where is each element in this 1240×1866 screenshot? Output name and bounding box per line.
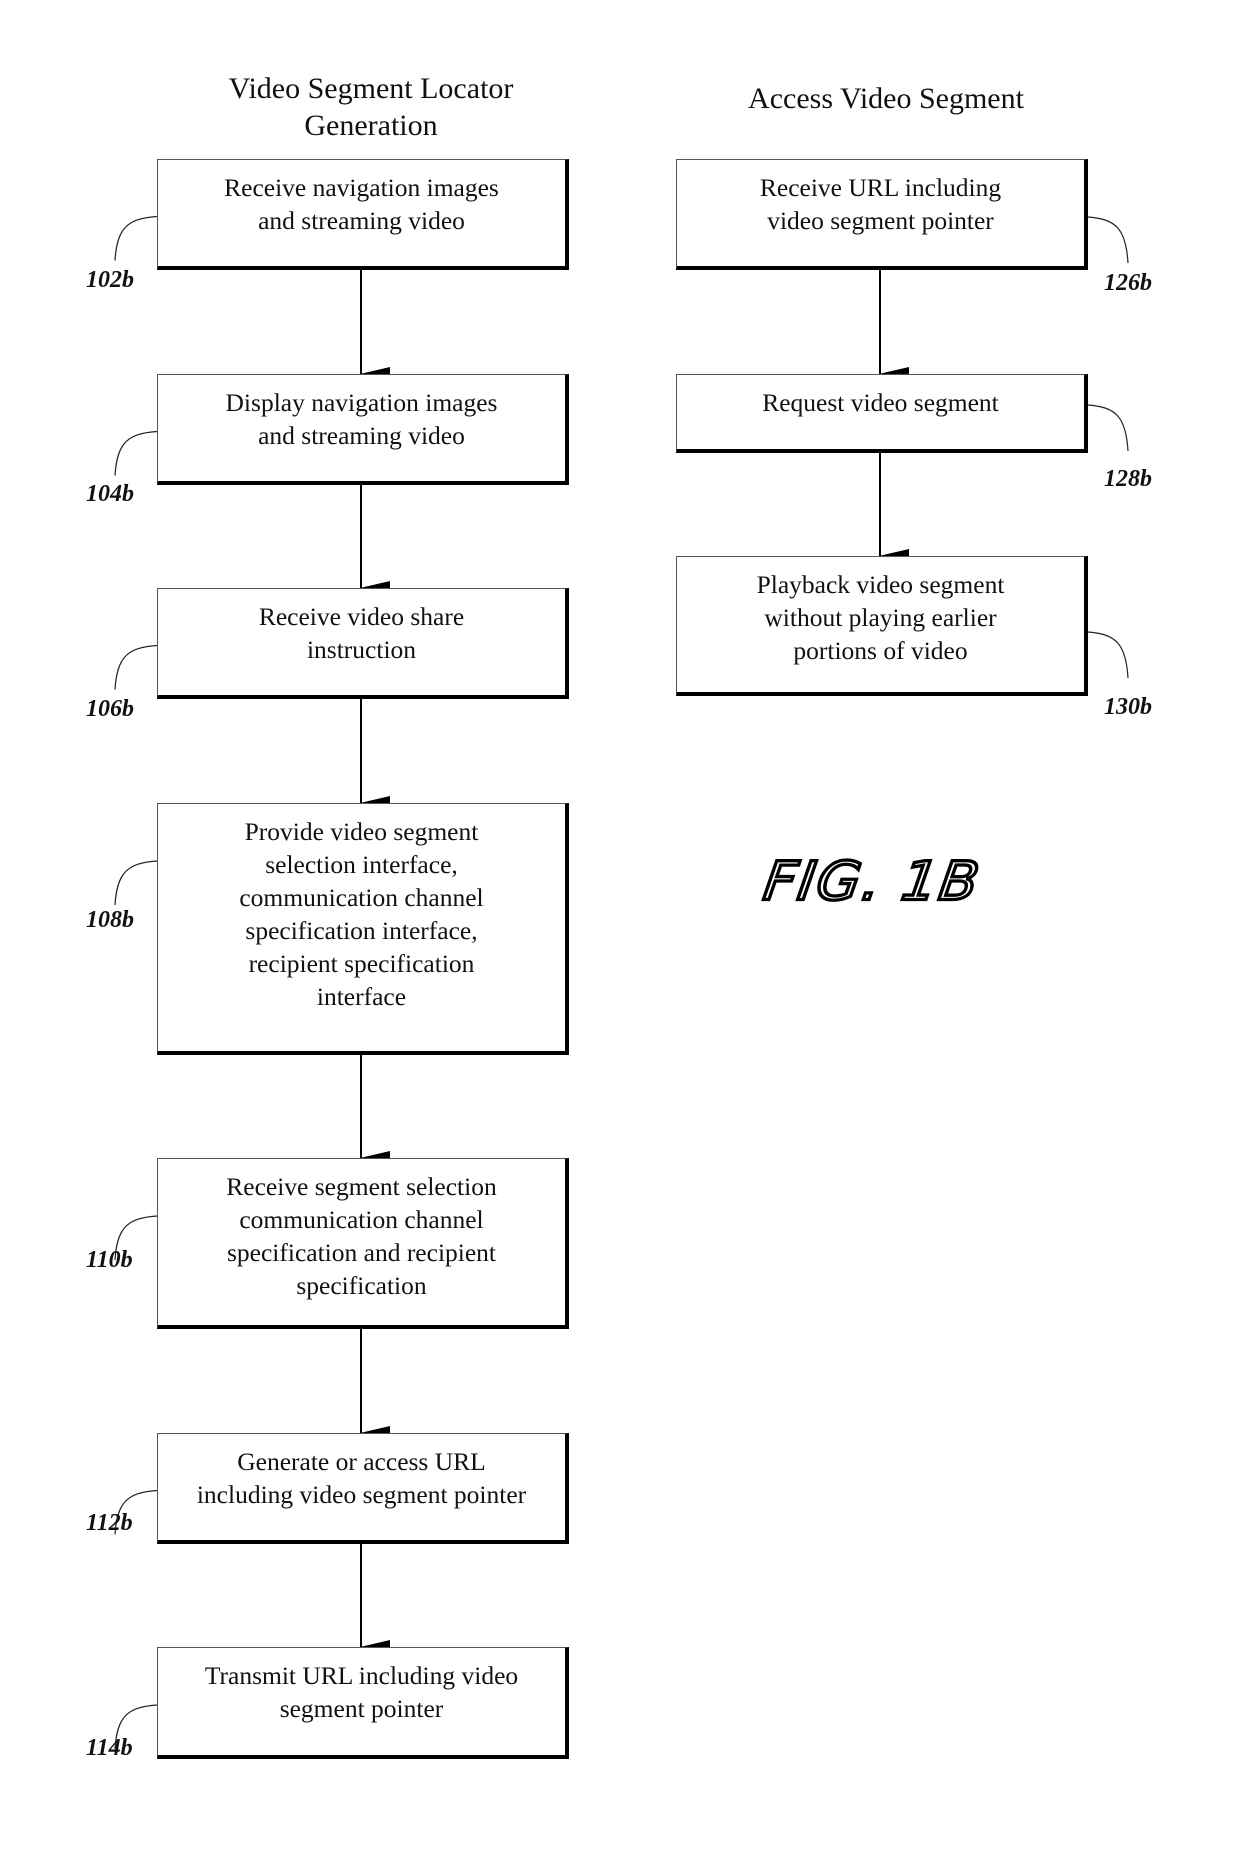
step-text: Generate or access URL including video s… [196,1447,527,1509]
step-text: Receive URL including video segment poin… [759,173,1002,235]
ref-label-102b: 102b [86,267,134,293]
step-text: Receive video share instruction [258,602,465,664]
step-text: Request video segment [762,388,999,417]
leader-line-126b [1087,216,1129,264]
step-box-playback-video-segment: Playback video segment without playing e… [676,556,1088,696]
ref-label-106b: 106b [86,696,134,722]
step-text: Provide video segment selection interfac… [239,817,484,1011]
column-title-access-video-segment: Access Video Segment [748,82,1024,115]
step-box-provide-video-segment-selection-interface: Provide video segment selection interfac… [157,803,569,1055]
leader-line-108b [114,860,158,906]
step-box-receive-segment-selection: Receive segment selection communication … [157,1158,569,1329]
leader-line-106b [114,644,158,690]
leader-line-102b [114,215,158,261]
figure-label: FIG. 1B [758,850,986,915]
ref-label-128b: 128b [1104,466,1152,492]
step-box-display-navigation-images: Display navigation images and streaming … [157,374,569,485]
leader-line-104b [114,430,158,476]
step-text: Display navigation images and streaming … [225,388,498,450]
ref-label-104b: 104b [86,481,134,507]
step-text: Receive segment selection communication … [226,1172,497,1300]
step-box-receive-navigation-images: Receive navigation images and streaming … [157,159,569,270]
ref-label-110b: 110b [86,1247,133,1273]
step-box-receive-video-share-instruction: Receive video share instruction [157,588,569,699]
ref-label-114b: 114b [86,1735,133,1761]
ref-label-130b: 130b [1104,694,1152,720]
ref-label-108b: 108b [86,907,134,933]
column-title-video-segment-locator-generation: Video Segment Locator Generation [228,72,514,142]
step-text: Playback video segment without playing e… [756,570,1005,665]
step-box-generate-or-access-url: Generate or access URL including video s… [157,1433,569,1544]
step-box-transmit-url: Transmit URL including video segment poi… [157,1647,569,1759]
step-text: Transmit URL including video segment poi… [204,1661,519,1723]
ref-label-126b: 126b [1104,270,1152,296]
ref-label-112b: 112b [86,1510,133,1536]
leader-line-128b [1087,404,1129,452]
leader-line-130b [1087,631,1129,679]
step-box-request-video-segment: Request video segment [676,374,1088,453]
step-box-receive-url: Receive URL including video segment poin… [676,159,1088,270]
step-text: Receive navigation images and streaming … [224,173,499,235]
